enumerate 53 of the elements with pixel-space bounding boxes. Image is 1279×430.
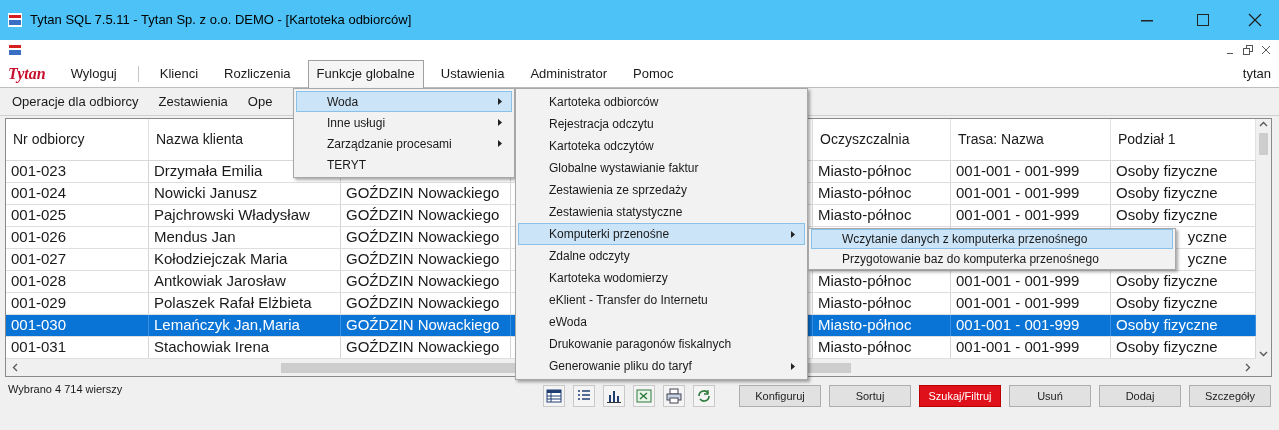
table-cell: 001-026 <box>11 227 67 248</box>
table-cell: 001-023 <box>11 161 67 182</box>
table-cell: Miasto-północ <box>818 337 912 358</box>
table-cell: GOŹDZIN Nowackiego <box>346 271 500 292</box>
user-name: tytan <box>1242 64 1271 83</box>
table-cell: yczne <box>1187 249 1227 270</box>
table-cell: Miasto-północ <box>818 161 912 182</box>
table-cell: GOŹDZIN Nowackiego <box>346 315 500 336</box>
table-cell: GOŹDZIN Nowackiego <box>346 227 500 248</box>
table-cell: Miasto-północ <box>818 315 912 336</box>
table-cell: 001-001 - 001-999 <box>956 205 1080 226</box>
table-cell: Miasto-północ <box>818 293 912 314</box>
table-cell: Osoby fizyczne <box>1116 315 1218 336</box>
brand-logo: Tytan <box>8 63 46 85</box>
table-cell: Miasto-północ <box>818 271 912 292</box>
table-cell: 001-001 - 001-999 <box>956 183 1080 204</box>
table-cell: Osoby fizyczne <box>1116 205 1218 226</box>
table-cell: Lemańczyk Jan,Maria <box>154 315 300 336</box>
table-cell: GOŹDZIN Nowackiego <box>346 183 500 204</box>
table-cell: 001-001 - 001-999 <box>956 315 1080 336</box>
table-cell: 001-001 - 001-999 <box>956 293 1080 314</box>
table-cell: Stachowiak Irena <box>154 337 270 358</box>
status-text: Wybrano 4 714 wierszy <box>7 382 123 397</box>
table-cell: Osoby fizyczne <box>1116 271 1218 292</box>
table-cell: Nowicki Janusz <box>154 183 258 204</box>
table-cell: 001-027 <box>11 249 67 270</box>
table-cell: 001-001 - 001-999 <box>956 271 1080 292</box>
table-cell: 001-030 <box>11 315 67 336</box>
table-cell: Antkowiak Jarosław <box>154 271 286 292</box>
table-cell: 001-024 <box>11 183 67 204</box>
table-cell: Osoby fizyczne <box>1116 293 1218 314</box>
table-cell: Pajchrowski Władysław <box>154 205 310 226</box>
table-cell: Osoby fizyczne <box>1116 337 1218 358</box>
table-cell: 001-031 <box>11 337 67 358</box>
table-cell: GOŹDZIN Nowackiego <box>346 293 500 314</box>
table-cell: Polaszek Rafał Elżbieta <box>154 293 312 314</box>
table-cell: yczne <box>1187 227 1227 248</box>
table-cell: GOŹDZIN Nowackiego <box>346 249 500 270</box>
table-cell: Osoby fizyczne <box>1116 183 1218 204</box>
table-cell: Drzymała Emilia <box>154 161 263 182</box>
table-cell: GOŹDZIN Nowackiego <box>346 205 500 226</box>
table-cell: GOŹDZIN Nowackiego <box>346 337 500 358</box>
table-cell: 001-029 <box>11 293 67 314</box>
table-cell: Mendus Jan <box>154 227 236 248</box>
table-cell: 001-025 <box>11 205 67 226</box>
window-title: Tytan SQL 7.5.11 - Tytan Sp. z o.o. DEMO - [Kartoteka odbiorców] <box>30 11 412 30</box>
table-cell: 001-028 <box>11 271 67 292</box>
table-cell: 001-001 - 001-999 <box>956 161 1080 182</box>
table-cell: Osoby fizyczne <box>1116 161 1218 182</box>
table-cell: Miasto-północ <box>818 183 912 204</box>
table-cell: Kołodziejczak Maria <box>154 249 288 270</box>
table-cell: Miasto-północ <box>818 205 912 226</box>
table-cell: 001-001 - 001-999 <box>956 337 1080 358</box>
